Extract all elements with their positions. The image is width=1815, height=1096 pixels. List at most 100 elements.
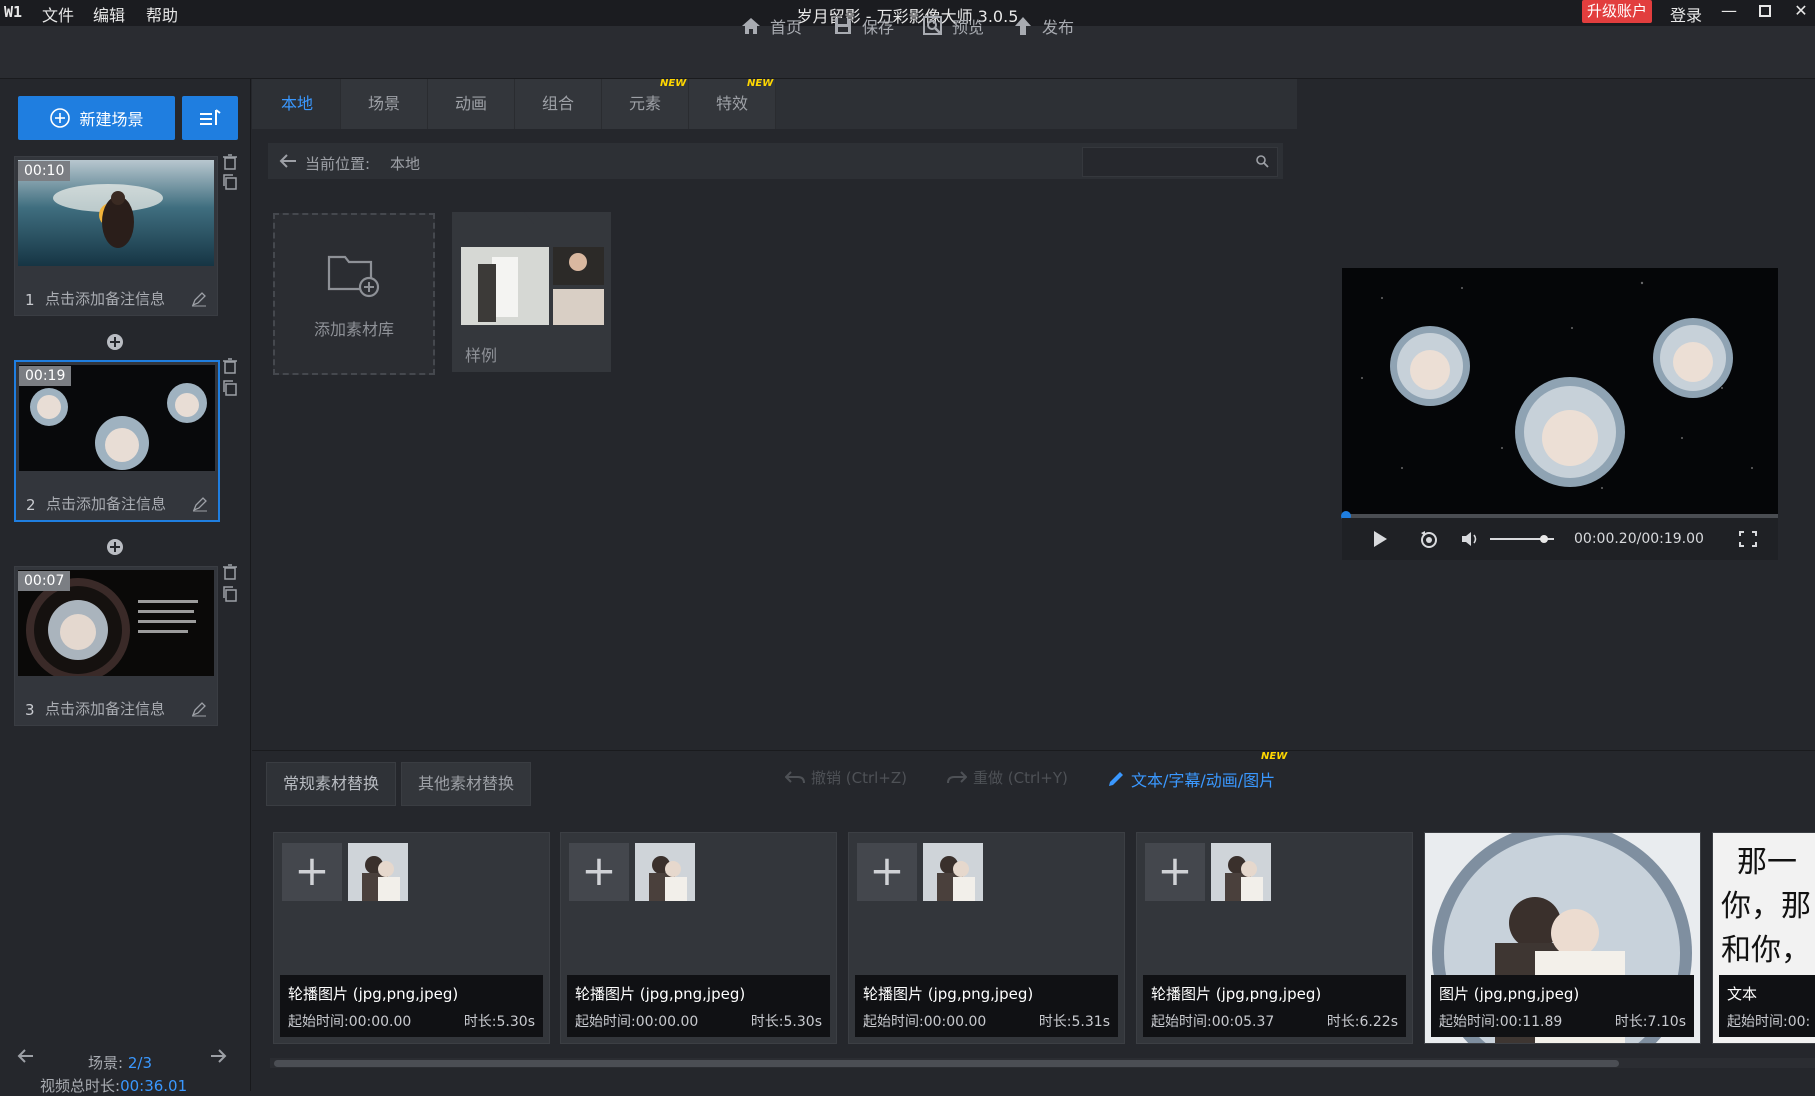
text-subtitle-label: 文本/字幕/动画/图片: [1131, 771, 1276, 790]
tab-regular-replace[interactable]: 常规素材替换: [266, 762, 397, 806]
card-duration: 时长:7.10s: [1614, 1014, 1686, 1030]
add-image-button[interactable]: +: [282, 843, 342, 901]
undo-button[interactable]: 撤销 (Ctrl+Z): [785, 767, 907, 788]
card-duration: 时长:5.30s: [463, 1014, 535, 1030]
menu-edit[interactable]: 编辑: [93, 2, 125, 26]
card-title: 轮播图片 (jpg,png,jpeg): [863, 985, 1034, 1003]
replay-icon[interactable]: [1418, 529, 1440, 549]
edit-icon[interactable]: [191, 291, 207, 307]
scene-count: 场景: 2/3: [88, 1052, 152, 1073]
edit-icon[interactable]: [191, 701, 207, 717]
text-subtitle-button[interactable]: 文本/字幕/动画/图片 NEW: [1107, 751, 1287, 791]
tab-effects[interactable]: 特效 NEW: [689, 78, 776, 129]
search-icon[interactable]: [1255, 154, 1269, 168]
card-start-time: 起始时间:00:11.89: [1439, 1014, 1563, 1030]
scene-note[interactable]: 点击添加备注信息: [45, 288, 165, 309]
upload-icon: [1015, 17, 1031, 35]
delete-icon[interactable]: [222, 154, 238, 170]
tab-animation[interactable]: 动画: [428, 79, 515, 129]
menu-file[interactable]: 文件: [42, 2, 74, 26]
scene-count-label: 场景:: [88, 1054, 124, 1072]
player-controls: [1342, 518, 1778, 560]
add-image-button[interactable]: +: [857, 843, 917, 901]
card-duration: 时长:5.31s: [1038, 1014, 1110, 1030]
maximize-icon[interactable]: [1752, 0, 1778, 24]
play-icon[interactable]: [1372, 530, 1388, 548]
home-label: 首页: [770, 18, 803, 37]
search-input[interactable]: [1082, 147, 1278, 177]
back-arrow-icon[interactable]: [278, 152, 298, 170]
horizontal-scrollbar-thumb[interactable]: [274, 1060, 1619, 1067]
card-duration: 时长:5.30s: [750, 1014, 822, 1030]
playback-timecode: 00:00.20/00:19.00: [1574, 531, 1704, 547]
tab-other-replace[interactable]: 其他素材替换: [401, 762, 532, 806]
add-image-button[interactable]: +: [1145, 843, 1205, 901]
home-button[interactable]: 首页: [740, 14, 802, 38]
tab-scene[interactable]: 场景: [341, 79, 428, 129]
minimize-icon[interactable]: —: [1716, 0, 1742, 24]
copy-icon[interactable]: [222, 380, 238, 396]
login-button[interactable]: 登录: [1670, 2, 1702, 26]
preview-icon: [923, 16, 942, 35]
sample-folder-label: 样例: [465, 346, 498, 365]
tab-element[interactable]: 元素 NEW: [602, 78, 689, 129]
fullscreen-icon[interactable]: [1738, 530, 1758, 548]
copy-icon[interactable]: [222, 174, 238, 190]
volume-slider-handle[interactable]: [1540, 535, 1548, 543]
scene-item-2[interactable]: 00:19 2 点击添加备注信息: [14, 360, 220, 522]
card-title: 图片 (jpg,png,jpeg): [1439, 985, 1580, 1003]
image-thumbnail: [348, 843, 408, 901]
card-start-time: 起始时间:00:: [1727, 1014, 1811, 1030]
new-badge: NEW: [1261, 751, 1288, 762]
material-card[interactable]: + 轮播图片 (jpg,png,jpeg) 起始时间:00:05.37 时长:6…: [1136, 832, 1413, 1044]
scene-note[interactable]: 点击添加备注信息: [45, 698, 165, 719]
copy-icon[interactable]: [222, 586, 238, 602]
card-start-time: 起始时间:00:00.00: [288, 1014, 412, 1030]
card-title: 文本: [1727, 985, 1758, 1003]
add-scene-icon[interactable]: [106, 333, 124, 351]
material-card[interactable]: + 轮播图片 (jpg,png,jpeg) 起始时间:00:00.00 时长:5…: [848, 832, 1125, 1044]
undo-icon: [785, 770, 805, 783]
card-start-time: 起始时间:00:05.37: [1151, 1014, 1275, 1030]
material-card[interactable]: + 轮播图片 (jpg,png,jpeg) 起始时间:00:00.00 时长:5…: [560, 832, 837, 1044]
tab-label: 特效: [715, 94, 748, 113]
total-duration-value: 00:36.01: [120, 1077, 188, 1095]
preview-button[interactable]: 预览: [922, 14, 984, 38]
delete-icon[interactable]: [222, 564, 238, 580]
scene-item-3[interactable]: 00:07 3 点击添加备注信息: [14, 566, 218, 726]
close-icon[interactable]: ✕: [1788, 0, 1814, 24]
redo-button[interactable]: 重做 (Ctrl+Y): [947, 767, 1068, 788]
volume-icon[interactable]: [1460, 530, 1482, 548]
material-card[interactable]: 图片 (jpg,png,jpeg) 起始时间:00:11.89 时长:7.10s: [1424, 832, 1701, 1044]
publish-label: 发布: [1042, 18, 1075, 37]
edit-icon[interactable]: [192, 496, 208, 512]
breadcrumb-current[interactable]: 本地: [390, 153, 420, 174]
scene-item-1[interactable]: 00:10 1 点击添加备注信息: [14, 156, 218, 316]
card-start-time: 起始时间:00:00.00: [575, 1014, 699, 1030]
tab-group[interactable]: 组合: [515, 79, 602, 129]
undo-label: 撤销 (Ctrl+Z): [811, 769, 908, 787]
scene-list-button[interactable]: [182, 96, 238, 140]
save-icon: [835, 18, 851, 34]
scene-note[interactable]: 点击添加备注信息: [46, 493, 166, 514]
total-duration-label: 视频总时长:: [40, 1077, 121, 1095]
delete-icon[interactable]: [222, 358, 238, 374]
scene-index: 1: [25, 291, 35, 309]
home-icon: [742, 18, 760, 34]
text-material-card[interactable]: 那一 你，那 和你， 文本 起始时间:00:: [1712, 832, 1815, 1044]
material-card[interactable]: + 轮播图片 (jpg,png,jpeg) 起始时间:00:00.00 时长:5…: [273, 832, 550, 1044]
menu-help[interactable]: 帮助: [146, 2, 178, 26]
upgrade-account-button[interactable]: 升级账户: [1582, 0, 1652, 23]
tab-label: 本地: [280, 94, 313, 113]
next-scene-arrow-icon[interactable]: [208, 1046, 228, 1066]
new-scene-button[interactable]: 新建场景: [18, 96, 175, 140]
folder-add-icon: [327, 255, 380, 298]
add-scene-icon[interactable]: [106, 538, 124, 556]
save-button[interactable]: 保存: [832, 14, 894, 38]
tab-local[interactable]: 本地: [254, 79, 341, 129]
add-library-tile[interactable]: [273, 213, 435, 375]
publish-button[interactable]: 发布: [1012, 14, 1074, 38]
add-image-button[interactable]: +: [569, 843, 629, 901]
card-title: 轮播图片 (jpg,png,jpeg): [288, 985, 459, 1003]
prev-scene-arrow-icon[interactable]: [16, 1046, 36, 1066]
